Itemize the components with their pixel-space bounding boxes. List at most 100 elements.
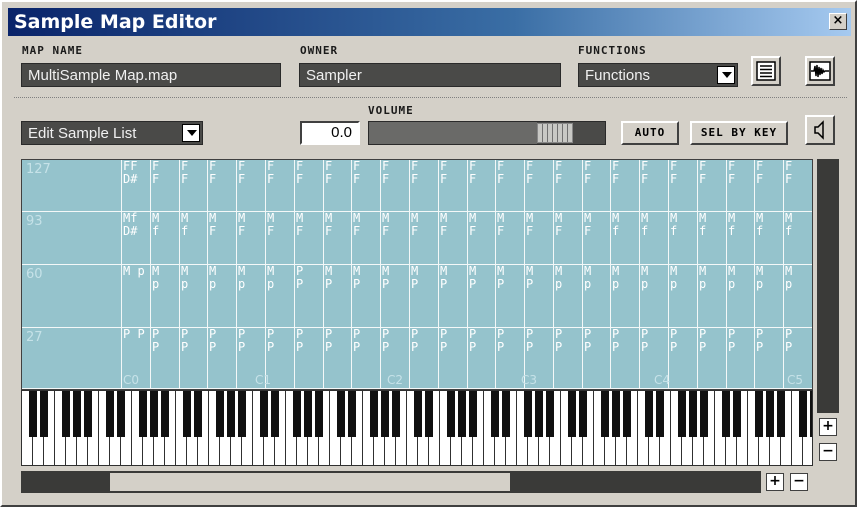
sample-zone[interactable]: MF <box>380 212 409 265</box>
sample-zone[interactable]: FF <box>495 160 524 212</box>
sample-zone[interactable]: FF <box>380 160 409 212</box>
horizontal-scrollbar-thumb[interactable] <box>110 473 510 491</box>
black-key[interactable] <box>689 391 697 437</box>
sample-zone[interactable]: MF <box>524 212 553 265</box>
black-key[interactable] <box>161 391 169 437</box>
sample-zone[interactable]: Mp <box>236 265 265 328</box>
sample-map-grid[interactable]: FF D# F F F F F F F F F F F F F F F F F F F F F F F F F F F F F F F F F F F… <box>21 159 813 390</box>
sample-zone[interactable]: Mf <box>179 212 208 265</box>
sample-zone[interactable]: MF <box>438 212 467 265</box>
volume-slider-handle[interactable] <box>537 123 573 143</box>
sample-zone[interactable]: Mp <box>207 265 236 328</box>
sample-zone[interactable]: FF <box>553 160 582 212</box>
sample-zone[interactable]: Mf <box>697 212 726 265</box>
horizontal-scrollbar[interactable] <box>21 471 761 493</box>
sample-zone[interactable]: FF D# <box>121 160 150 212</box>
sample-zone[interactable]: Mp <box>150 265 179 328</box>
sample-zone[interactable]: Mp <box>754 265 783 328</box>
sample-zone[interactable]: MP <box>409 265 438 328</box>
sample-zone[interactable]: PP <box>351 328 380 389</box>
sample-zone[interactable]: FF <box>179 160 208 212</box>
black-key[interactable] <box>260 391 268 437</box>
black-key[interactable] <box>414 391 422 437</box>
sample-zone[interactable]: MF <box>236 212 265 265</box>
volume-value-field[interactable]: 0.0 <box>300 121 360 145</box>
sel-by-key-button[interactable]: SEL BY KEY <box>690 121 788 145</box>
sample-zone[interactable]: PP <box>467 328 496 389</box>
black-key[interactable] <box>612 391 620 437</box>
sample-zone[interactable]: FF <box>726 160 755 212</box>
sample-zone[interactable]: MP <box>467 265 496 328</box>
black-key[interactable] <box>150 391 158 437</box>
black-key[interactable] <box>73 391 81 437</box>
list-button[interactable] <box>751 56 781 86</box>
black-key[interactable] <box>722 391 730 437</box>
sample-zone[interactable]: Mp <box>265 265 294 328</box>
waveform-button[interactable] <box>805 56 835 86</box>
black-key[interactable] <box>293 391 301 437</box>
title-bar[interactable]: Sample Map Editor × <box>8 8 851 36</box>
black-key[interactable] <box>568 391 576 437</box>
sample-zone[interactable]: MP <box>495 265 524 328</box>
sample-zone[interactable]: MF <box>409 212 438 265</box>
sample-zone[interactable]: PP <box>495 328 524 389</box>
sample-zone[interactable]: MF <box>467 212 496 265</box>
piano-keyboard[interactable] <box>21 390 813 466</box>
sample-zone[interactable]: FF <box>783 160 812 212</box>
black-key[interactable] <box>29 391 37 437</box>
black-key[interactable] <box>579 391 587 437</box>
sample-zone[interactable]: PP <box>294 265 323 328</box>
sample-zone[interactable]: PP <box>754 328 783 389</box>
sample-zone[interactable]: Mf <box>150 212 179 265</box>
sample-zone[interactable]: FF <box>265 160 294 212</box>
black-key[interactable] <box>337 391 345 437</box>
black-key[interactable] <box>535 391 543 437</box>
black-key[interactable] <box>645 391 653 437</box>
zoom-in-vertical-button[interactable]: + <box>819 418 837 436</box>
sample-zone[interactable]: Mp <box>697 265 726 328</box>
chevron-down-icon[interactable] <box>717 66 735 84</box>
sample-zone[interactable]: FF <box>697 160 726 212</box>
black-key[interactable] <box>84 391 92 437</box>
black-key[interactable] <box>370 391 378 437</box>
black-key[interactable] <box>106 391 114 437</box>
black-key[interactable] <box>271 391 279 437</box>
black-key[interactable] <box>40 391 48 437</box>
sample-zone[interactable]: FF <box>467 160 496 212</box>
sample-zone[interactable]: FF <box>524 160 553 212</box>
sample-zone[interactable]: FF <box>438 160 467 212</box>
sample-zone[interactable]: FF <box>351 160 380 212</box>
black-key[interactable] <box>766 391 774 437</box>
black-key[interactable] <box>469 391 477 437</box>
sample-zone[interactable]: PP <box>409 328 438 389</box>
sample-zone[interactable]: FF <box>409 160 438 212</box>
sample-zone[interactable]: MF <box>294 212 323 265</box>
black-key[interactable] <box>216 391 224 437</box>
black-key[interactable] <box>304 391 312 437</box>
volume-slider[interactable] <box>368 121 606 145</box>
black-key[interactable] <box>117 391 125 437</box>
sample-zone[interactable]: Mf <box>783 212 812 265</box>
sample-zone[interactable]: Mp <box>553 265 582 328</box>
sample-zone[interactable]: PP <box>610 328 639 389</box>
sample-zone[interactable]: Mp <box>610 265 639 328</box>
sample-zone[interactable]: Mf <box>668 212 697 265</box>
sample-zone[interactable]: FF <box>294 160 323 212</box>
sample-zone[interactable]: MP <box>351 265 380 328</box>
sample-zone[interactable]: Mp <box>582 265 611 328</box>
black-key[interactable] <box>491 391 499 437</box>
sample-zone[interactable]: FF <box>323 160 352 212</box>
zoom-out-horizontal-button[interactable]: − <box>790 473 808 491</box>
sample-zone[interactable]: MF <box>351 212 380 265</box>
black-key[interactable] <box>524 391 532 437</box>
sample-zone[interactable]: MP <box>323 265 352 328</box>
sample-zone[interactable]: Mp <box>668 265 697 328</box>
sample-zone[interactable]: PP <box>150 328 179 389</box>
black-key[interactable] <box>425 391 433 437</box>
black-key[interactable] <box>700 391 708 437</box>
sample-zone[interactable]: PP <box>294 328 323 389</box>
sample-zone[interactable]: PP <box>582 328 611 389</box>
sample-zone[interactable]: M p <box>121 265 150 328</box>
chevron-down-icon[interactable] <box>182 124 200 142</box>
sample-zone[interactable]: FF <box>150 160 179 212</box>
